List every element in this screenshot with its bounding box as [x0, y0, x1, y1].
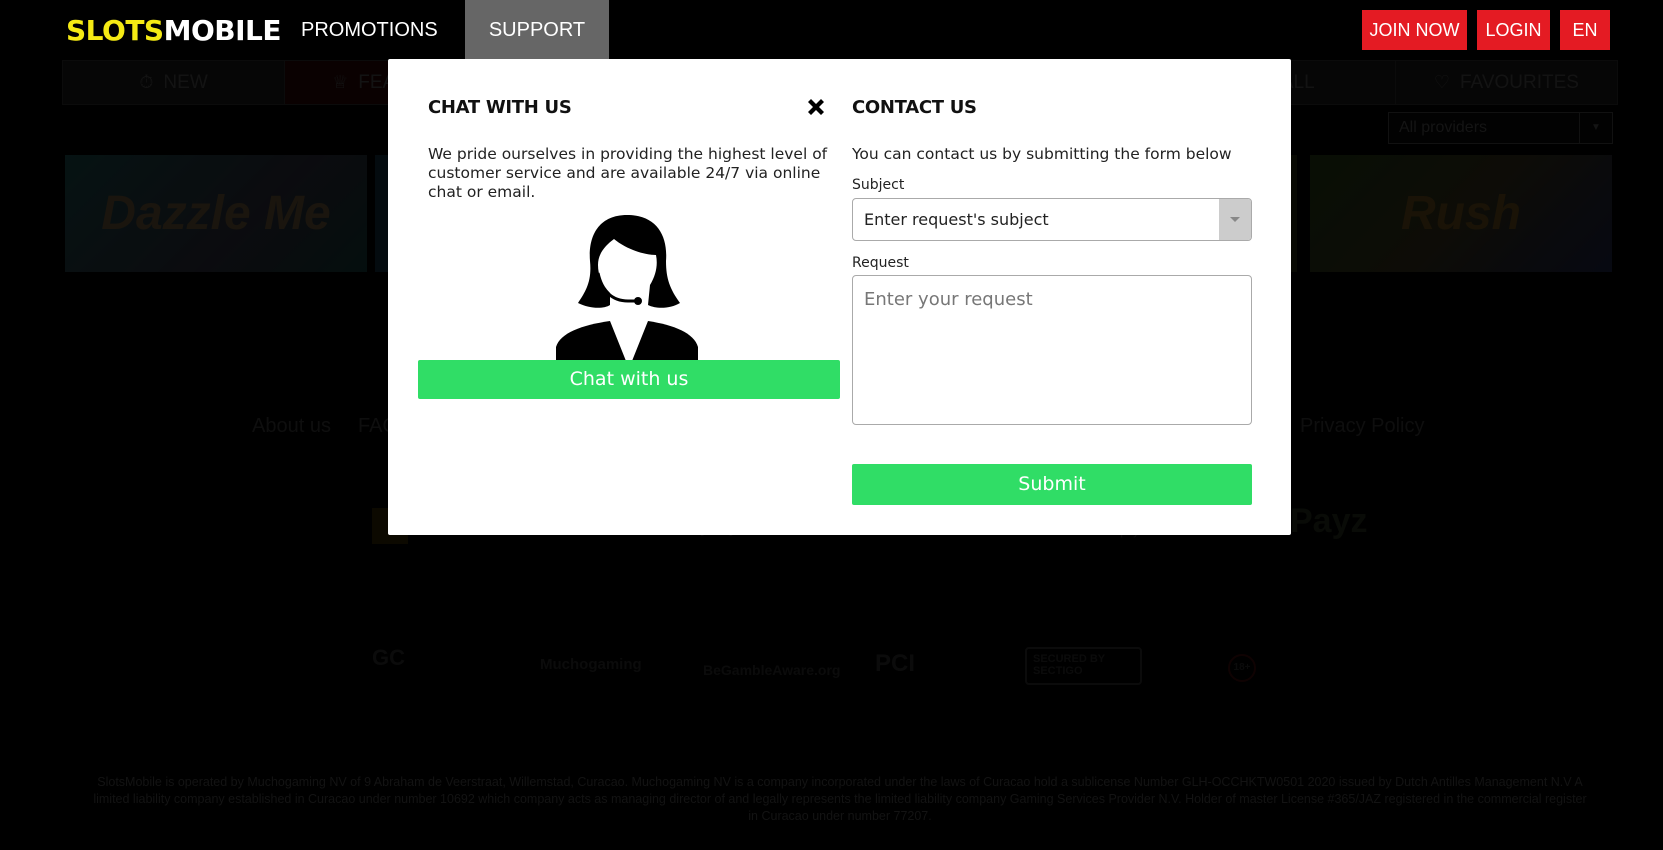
- join-now-button[interactable]: JOIN NOW: [1362, 10, 1467, 50]
- top-header: SLOTSMOBILE PROMOTIONS SUPPORT JOIN NOW …: [0, 0, 1663, 60]
- chevron-down-icon[interactable]: [1219, 199, 1251, 240]
- language-button[interactable]: EN: [1560, 10, 1610, 50]
- login-button[interactable]: LOGIN: [1477, 10, 1550, 50]
- logo-part-slots: SLOTS: [66, 14, 164, 47]
- request-label: Request: [852, 255, 909, 271]
- logo-part-mobile: MOBILE: [163, 14, 282, 47]
- contact-title: CONTACT US: [852, 97, 977, 118]
- nav-support[interactable]: SUPPORT: [465, 0, 609, 60]
- subject-select[interactable]: Enter request's subject: [852, 198, 1252, 241]
- subject-placeholder: Enter request's subject: [864, 210, 1049, 229]
- chat-title: CHAT WITH US: [428, 97, 572, 118]
- chat-with-us-button[interactable]: Chat with us: [418, 360, 840, 399]
- close-icon[interactable]: [804, 95, 828, 119]
- chat-description: We pride ourselves in providing the high…: [428, 145, 828, 201]
- subject-label: Subject: [852, 177, 905, 193]
- support-modal: CHAT WITH US We pride ourselves in provi…: [388, 59, 1291, 535]
- nav-promotions[interactable]: PROMOTIONS: [276, 0, 463, 60]
- site-logo[interactable]: SLOTSMOBILE: [66, 14, 281, 47]
- submit-button[interactable]: Submit: [852, 464, 1252, 505]
- request-textarea[interactable]: [852, 275, 1252, 425]
- contact-subtitle: You can contact us by submitting the for…: [852, 145, 1232, 163]
- support-agent-icon: [556, 215, 698, 361]
